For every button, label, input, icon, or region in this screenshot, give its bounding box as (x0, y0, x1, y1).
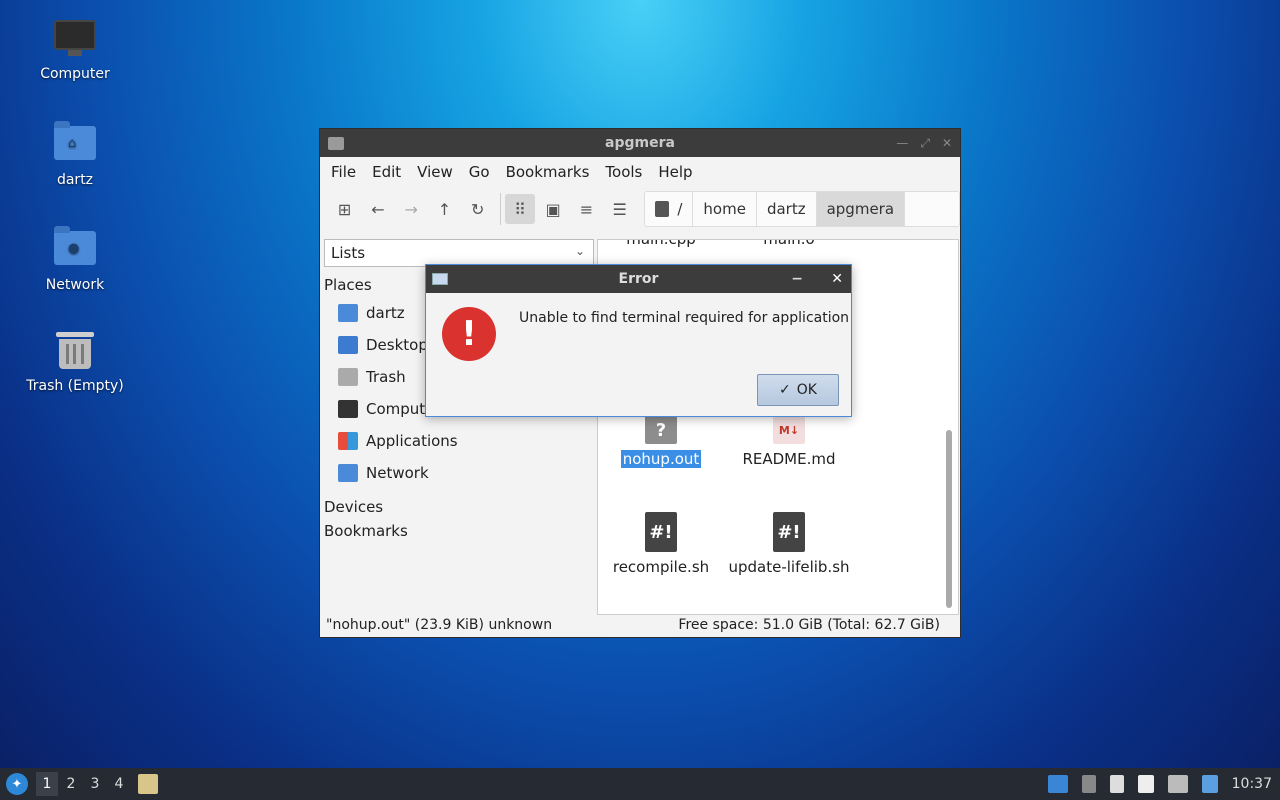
checkmark-icon: ✓ (779, 382, 791, 398)
dialog-titlebar[interactable]: Error − ✕ (426, 265, 851, 293)
sidebar-item-applications[interactable]: Applications (322, 425, 596, 457)
app-menu-icon[interactable]: ✦ (6, 773, 28, 795)
menu-go[interactable]: Go (461, 163, 498, 181)
file-label: nohup.out (620, 450, 702, 468)
file-item[interactable]: main.cpp (598, 239, 726, 248)
taskbar: ✦ 1 2 3 4 10:37 (0, 768, 1280, 800)
workspace-1[interactable]: 1 (36, 772, 58, 796)
status-free-space: Free space: 51.0 GiB (Total: 62.7 GiB) (678, 617, 940, 633)
trash-icon (53, 332, 97, 372)
home-folder-icon (338, 304, 358, 322)
update-icon[interactable] (1201, 775, 1218, 793)
path-bar: / home dartz apgmera (644, 191, 961, 227)
back-icon[interactable]: ← (363, 194, 392, 224)
menu-view[interactable]: View (409, 163, 461, 181)
file-label: recompile.sh (612, 558, 710, 576)
network-icon[interactable] (1167, 775, 1188, 793)
workspace-3[interactable]: 3 (84, 772, 106, 796)
file-label: main.o (763, 239, 815, 248)
computer-icon (338, 400, 358, 418)
chevron-down-icon: ⌄ (574, 244, 585, 258)
drive-icon (655, 201, 670, 217)
menu-help[interactable]: Help (650, 163, 700, 181)
menu-edit[interactable]: Edit (364, 163, 409, 181)
volume-icon[interactable] (1109, 775, 1124, 793)
menu-bookmarks[interactable]: Bookmarks (498, 163, 598, 181)
icon-view-icon[interactable]: ⠿ (505, 194, 535, 224)
window-titlebar[interactable]: apgmera — ⤢ ✕ (320, 129, 960, 157)
menubar: File Edit View Go Bookmarks Tools Help (320, 157, 960, 187)
menu-file[interactable]: File (323, 163, 364, 181)
shell-script-icon: #! (773, 512, 805, 552)
file-label: README.md (742, 450, 836, 468)
desktop-icon-network[interactable]: ● Network (20, 226, 130, 293)
up-icon[interactable]: ↑ (430, 194, 459, 224)
window-title: apgmera (605, 135, 675, 151)
ok-button[interactable]: ✓ OK (757, 374, 839, 406)
status-selection: "nohup.out" (23.9 KiB) unknown (326, 617, 553, 633)
workspace-2[interactable]: 2 (60, 772, 82, 796)
markdown-file-icon: M↓ (773, 416, 805, 444)
dialog-message: Unable to find terminal required for app… (519, 310, 850, 326)
minimize-icon[interactable]: − (791, 271, 803, 287)
sidebar-mode-select[interactable]: Lists ⌄ (324, 239, 594, 267)
workspace-4[interactable]: 4 (108, 772, 130, 796)
compact-view-icon[interactable]: ≡ (572, 194, 601, 224)
clock[interactable]: 10:37 (1232, 776, 1272, 792)
new-tab-icon[interactable]: ⊞ (330, 194, 359, 224)
path-segment-dartz[interactable]: dartz (757, 192, 817, 226)
forward-icon[interactable]: → (397, 194, 426, 224)
menu-tools[interactable]: Tools (597, 163, 650, 181)
status-bar: "nohup.out" (23.9 KiB) unknown Free spac… (320, 613, 960, 637)
desktop-icon (338, 336, 358, 354)
devices-heading[interactable]: Devices (322, 495, 596, 519)
clipboard-icon[interactable] (1137, 775, 1154, 793)
file-label: update-lifelib.sh (728, 558, 850, 576)
eject-icon[interactable] (1081, 775, 1096, 793)
shell-script-icon: #! (645, 512, 677, 552)
desktop-icon-label: dartz (56, 172, 94, 188)
path-segment-home[interactable]: home (693, 192, 757, 226)
desktop-icon-label: Computer (40, 66, 110, 82)
error-icon: ! (442, 307, 496, 361)
vertical-scrollbar[interactable] (946, 430, 952, 608)
desktop-icon-computer[interactable]: Computer (20, 16, 130, 82)
file-item[interactable]: #! recompile.sh (598, 512, 726, 576)
file-manager-task-icon[interactable] (138, 774, 158, 794)
thumbnail-view-icon[interactable]: ▣ (539, 194, 568, 224)
error-dialog: Error − ✕ ! Unable to find terminal requ… (425, 264, 852, 417)
show-desktop-icon[interactable] (1047, 775, 1068, 793)
trash-icon (338, 368, 358, 386)
system-tray: 10:37 (1047, 775, 1272, 793)
file-item[interactable]: main.o (724, 239, 854, 248)
network-folder-icon (338, 464, 358, 482)
bookmarks-heading[interactable]: Bookmarks (322, 519, 596, 543)
computer-icon (53, 20, 97, 60)
path-segment-apgmera[interactable]: apgmera (816, 192, 906, 226)
home-folder-icon: ⌂ (53, 121, 97, 166)
file-item[interactable]: #! update-lifelib.sh (724, 512, 854, 576)
desktop-icon-trash[interactable]: Trash (Empty) (20, 332, 130, 394)
file-item[interactable]: M↓ README.md (724, 416, 854, 468)
close-icon[interactable]: ✕ (831, 271, 843, 287)
desktop-icon-label: Network (45, 277, 105, 293)
desktop-icon-home[interactable]: ⌂ dartz (20, 121, 130, 188)
detailed-list-icon[interactable]: ☰ (605, 194, 634, 224)
network-folder-icon: ● (53, 226, 97, 271)
dialog-title: Error (618, 271, 659, 287)
file-item-selected[interactable]: ? nohup.out (598, 416, 726, 468)
path-root[interactable]: / (645, 192, 694, 226)
applications-icon (338, 432, 358, 450)
sidebar-item-network[interactable]: Network (322, 457, 596, 489)
toolbar: ⊞ ← → ↑ ↻ ⠿ ▣ ≡ ☰ / home dartz apgmera (320, 187, 961, 231)
desktop-icon-label: Trash (Empty) (26, 378, 124, 394)
reload-icon[interactable]: ↻ (463, 194, 492, 224)
file-label: main.cpp (626, 239, 696, 248)
unknown-file-icon: ? (645, 416, 677, 444)
